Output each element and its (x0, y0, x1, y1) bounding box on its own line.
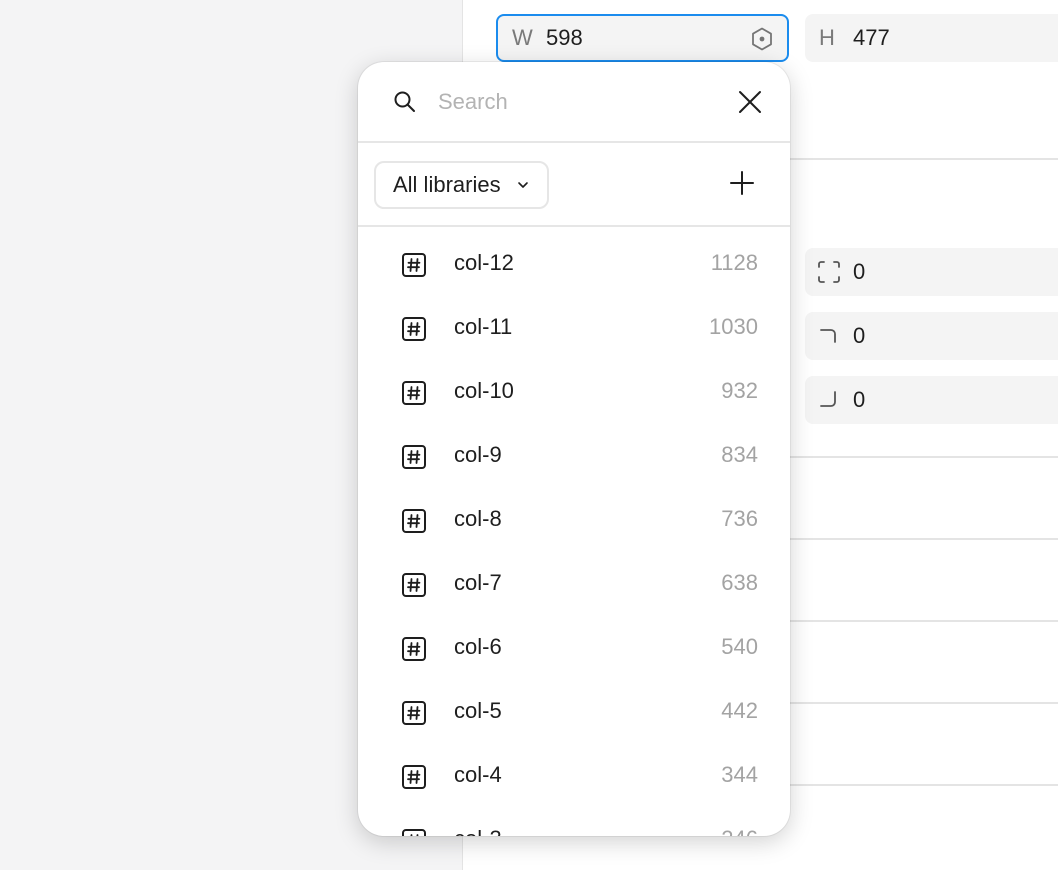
variable-value: 1030 (709, 314, 758, 339)
variable-value: 834 (721, 442, 758, 467)
corner-bottom-value[interactable]: 0 (853, 387, 865, 413)
number-variable-icon (402, 381, 426, 405)
variable-value: 736 (721, 506, 758, 531)
section-divider (790, 784, 1058, 786)
variable-row[interactable]: col-12 1128 (358, 229, 790, 293)
variable-list: col-12 1128 col-11 1030 col-10 932 col-9… (358, 229, 790, 836)
corner-bottom-field[interactable]: 0 (805, 376, 1058, 424)
close-icon[interactable] (734, 86, 766, 118)
variable-row[interactable]: col-3 246 (358, 805, 790, 836)
section-divider (790, 620, 1058, 622)
number-variable-icon (402, 445, 426, 469)
padding-field[interactable]: 0 (805, 248, 1058, 296)
section-divider (790, 158, 1058, 160)
variable-row[interactable]: col-5 442 (358, 677, 790, 741)
variable-row[interactable]: col-8 736 (358, 485, 790, 549)
corner-top-value[interactable]: 0 (853, 323, 865, 349)
variable-name: col-7 (454, 570, 502, 595)
variable-row[interactable]: col-10 932 (358, 357, 790, 421)
number-variable-icon (402, 317, 426, 341)
variable-picker-popover: All libraries col-12 1128 col-11 1030 co… (358, 62, 790, 836)
number-variable-icon (402, 765, 426, 789)
padding-icon (818, 261, 840, 283)
variable-name: col-3 (454, 826, 502, 836)
variable-name: col-12 (454, 250, 514, 275)
variable-row[interactable]: col-6 540 (358, 613, 790, 677)
number-variable-icon (402, 829, 426, 836)
variable-value: 638 (721, 570, 758, 595)
number-variable-icon (402, 573, 426, 597)
width-label: W (512, 25, 533, 50)
section-divider (790, 456, 1058, 458)
number-variable-icon (402, 253, 426, 277)
search-icon (394, 91, 415, 112)
variable-row[interactable]: col-7 638 (358, 549, 790, 613)
variable-name: col-11 (454, 314, 513, 339)
variable-value: 540 (721, 634, 758, 659)
library-filter-dropdown[interactable]: All libraries (374, 161, 549, 209)
variable-value: 442 (721, 698, 758, 723)
filter-bar: All libraries (358, 145, 790, 227)
corner-bottom-right-icon (820, 391, 836, 407)
search-input[interactable] (438, 84, 718, 120)
variable-name: col-9 (454, 442, 502, 467)
variable-name: col-6 (454, 634, 502, 659)
width-value[interactable]: 598 (546, 25, 583, 51)
variable-row[interactable]: col-9 834 (358, 421, 790, 485)
variable-value: 344 (721, 762, 758, 787)
variable-row[interactable]: col-4 344 (358, 741, 790, 805)
corner-top-right-icon (820, 329, 836, 343)
variable-value: 1128 (710, 250, 758, 275)
corner-top-field[interactable]: 0 (805, 312, 1058, 360)
variable-hexagon-icon[interactable] (749, 26, 775, 52)
section-divider (790, 702, 1058, 704)
library-filter-label: All libraries (393, 172, 501, 197)
variable-row[interactable]: col-11 1030 (358, 293, 790, 357)
chevron-down-icon (517, 182, 528, 188)
search-bar (358, 62, 790, 143)
height-field[interactable]: H 477 (805, 14, 1058, 62)
number-variable-icon (402, 637, 426, 661)
number-variable-icon (402, 509, 426, 533)
add-variable-icon[interactable] (726, 167, 758, 199)
section-divider (790, 538, 1058, 540)
height-value[interactable]: 477 (853, 25, 890, 51)
padding-value[interactable]: 0 (853, 259, 865, 285)
variable-value: 246 (721, 826, 758, 836)
number-variable-icon (402, 701, 426, 725)
variable-name: col-5 (454, 698, 502, 723)
height-label: H (819, 25, 835, 50)
variable-name: col-4 (454, 762, 502, 787)
width-field[interactable]: W 598 (496, 14, 789, 62)
variable-value: 932 (721, 378, 758, 403)
variable-name: col-8 (454, 506, 502, 531)
variable-name: col-10 (454, 378, 514, 403)
